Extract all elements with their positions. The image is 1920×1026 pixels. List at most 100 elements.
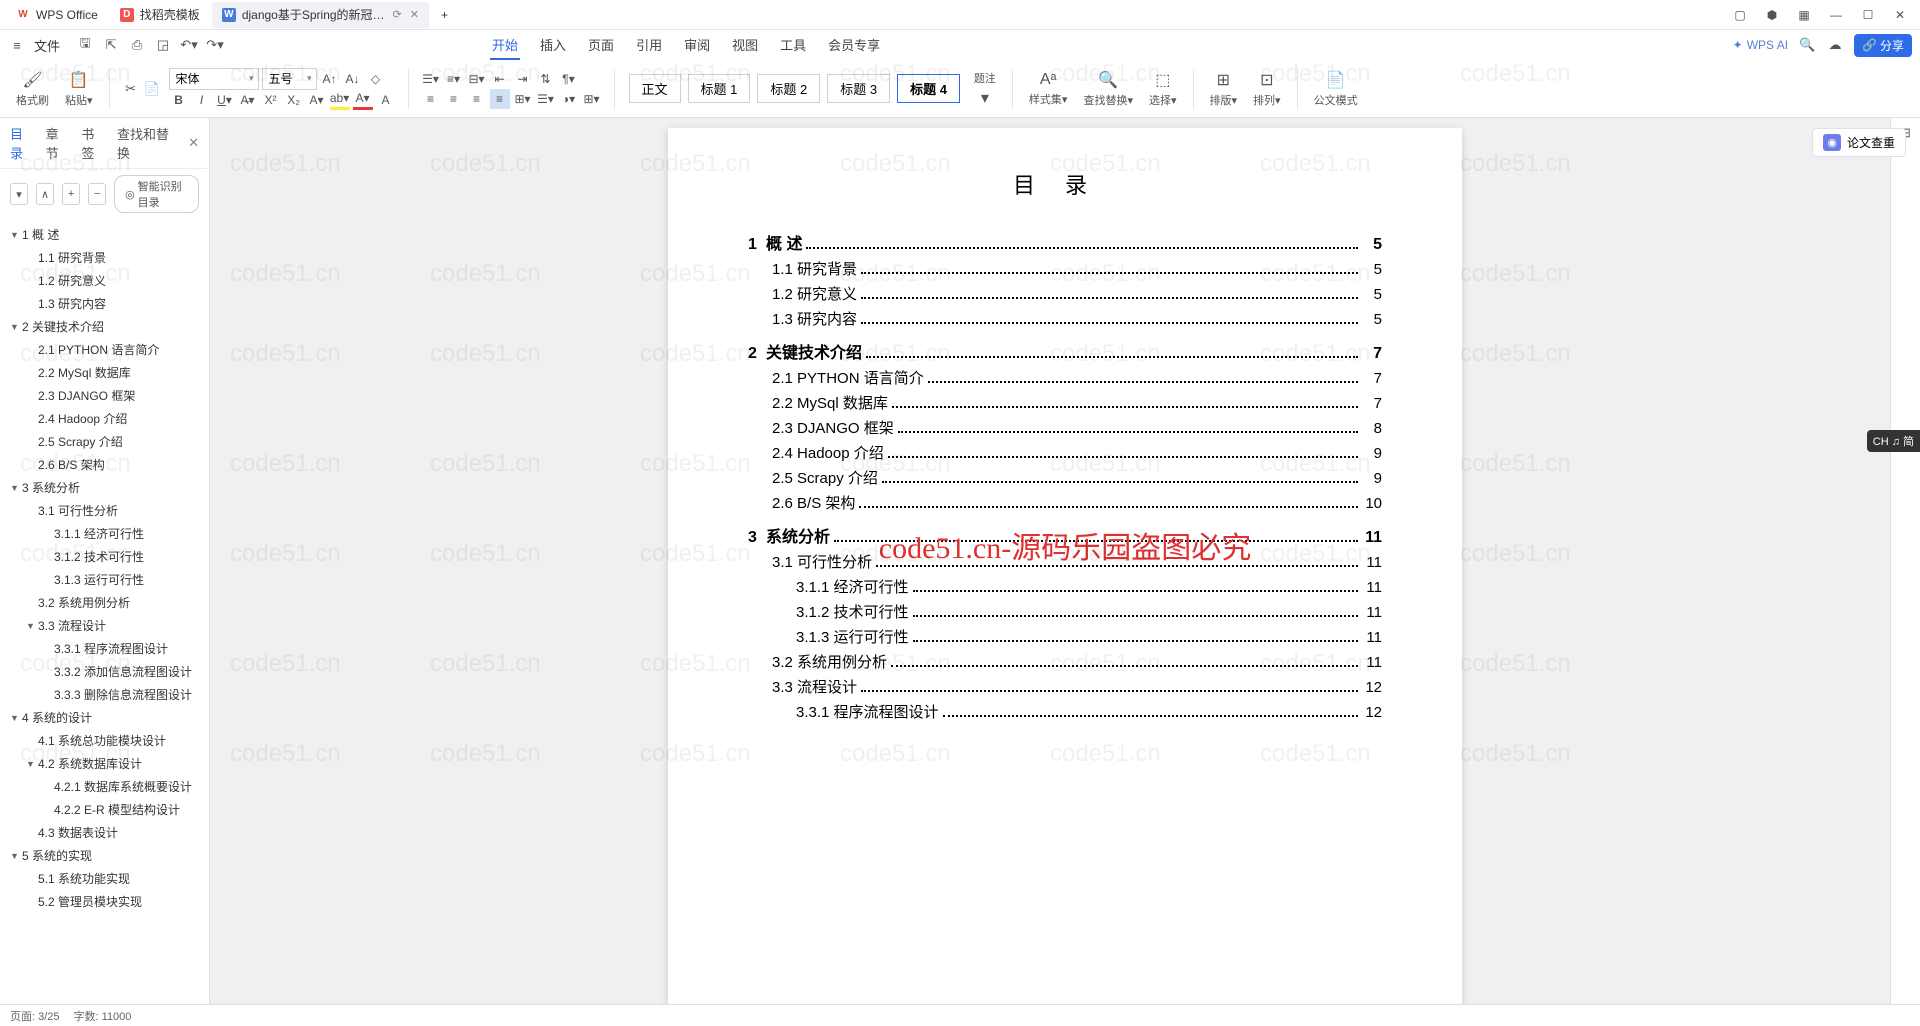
paper-check-button[interactable]: ◉ 论文查重 [1812,128,1906,157]
outline-item[interactable]: ▼3 系统分析 [0,476,209,499]
win-icon-1[interactable]: ▢ [1726,4,1754,26]
paste-button[interactable]: 📋粘贴▾ [61,70,97,108]
text-effect-icon[interactable]: A▾ [307,90,327,110]
select-button[interactable]: ⬚选择▾ [1145,70,1181,108]
tab-sync-icon[interactable]: ⟳ [393,8,402,21]
ribbon-tab-2[interactable]: 页面 [586,31,616,60]
outline-item[interactable]: ▼2 关键技术介绍 [0,315,209,338]
ribbon-tab-1[interactable]: 插入 [538,31,568,60]
close-icon[interactable]: ✕ [1886,4,1914,26]
tab-close-icon[interactable]: ✕ [410,8,419,21]
style-3[interactable]: 标题 3 [827,74,890,103]
outline-item[interactable]: 1.3 研究内容 [0,292,209,315]
highlight-icon[interactable]: ab▾ [330,90,350,110]
panel-tab-2[interactable]: 书签 [81,124,105,162]
cut-icon[interactable]: ✂ [122,80,140,98]
outline-up-icon[interactable]: ∧ [36,183,54,205]
italic-icon[interactable]: I [192,90,212,110]
sort-icon[interactable]: ⇅ [536,69,556,89]
shading-icon[interactable]: ◑▾ [559,89,579,109]
app-tab-document[interactable]: Wdjango基于Spring的新冠…⟳✕ [212,2,429,28]
redo-icon[interactable]: ↷▾ [206,36,224,54]
hamburger-icon[interactable]: ≡ [8,36,26,54]
layout-button[interactable]: ⊞排版▾ [1206,70,1242,108]
doc-mode-button[interactable]: 📄公文模式 [1310,70,1362,108]
style-0[interactable]: 正文 [629,74,681,103]
ime-badge[interactable]: CH ♫ 简 [1867,430,1920,452]
outline-remove-icon[interactable]: − [88,183,106,205]
grow-font-icon[interactable]: A↑ [320,69,340,89]
decrease-indent-icon[interactable]: ⇤ [490,69,510,89]
border-icon[interactable]: ⊞▾ [582,89,602,109]
outline-item[interactable]: 2.1 PYTHON 语言简介 [0,338,209,361]
find-replace-button[interactable]: 🔍查找替换▾ [1079,70,1137,108]
distribute-icon[interactable]: ⊞▾ [513,89,533,109]
maximize-icon[interactable]: ☐ [1854,4,1882,26]
panel-tab-1[interactable]: 章节 [46,124,70,162]
ribbon-tab-5[interactable]: 视图 [730,31,760,60]
undo-icon[interactable]: ↶▾ [180,36,198,54]
minimize-icon[interactable]: — [1822,4,1850,26]
outline-item[interactable]: 2.3 DJANGO 框架 [0,384,209,407]
outline-item[interactable]: 1.2 研究意义 [0,269,209,292]
outline-item[interactable]: 1.1 研究背景 [0,246,209,269]
app-tab-templates[interactable]: D找稻壳模板 [110,2,210,28]
outline-item[interactable]: 5.1 系统功能实现 [0,867,209,890]
wps-ai-button[interactable]: ✦ WPS AI [1733,38,1788,52]
outline-item[interactable]: 3.1 可行性分析 [0,499,209,522]
file-menu[interactable]: 文件 [34,36,60,55]
export-icon[interactable]: ⇱ [102,36,120,54]
font-color-icon[interactable]: A▾ [353,90,373,110]
style-4[interactable]: 标题 4 [897,74,960,103]
shrink-font-icon[interactable]: A↓ [343,69,363,89]
clear-format-icon[interactable]: ◇ [366,69,386,89]
superscript-icon[interactable]: X² [261,90,281,110]
outline-item[interactable]: ▼4 系统的设计 [0,706,209,729]
outline-item[interactable]: 5.2 管理员模块实现 [0,890,209,913]
subscript-icon[interactable]: X₂ [284,90,304,110]
outline-item[interactable]: 3.3.2 添加信息流程图设计 [0,660,209,683]
strikethrough-icon[interactable]: A̶▾ [238,90,258,110]
show-marks-icon[interactable]: ¶▾ [559,69,579,89]
align-justify-icon[interactable]: ≡ [490,89,510,109]
save-icon[interactable]: 🖫 [76,36,94,54]
panel-tab-3[interactable]: 查找和替换 [117,124,176,162]
ribbon-tab-7[interactable]: 会员专享 [826,31,882,60]
outline-item[interactable]: ▼5 系统的实现 [0,844,209,867]
page-indicator[interactable]: 页面: 3/25 [10,1008,60,1024]
win-icon-2[interactable]: ⬢ [1758,4,1786,26]
line-spacing-icon[interactable]: ☰▾ [536,89,556,109]
outline-collapse-icon[interactable]: ▾ [10,183,28,205]
multi-level-icon[interactable]: ⊟▾ [467,69,487,89]
outline-item[interactable]: 3.1.1 经济可行性 [0,522,209,545]
win-icon-3[interactable]: ▦ [1790,4,1818,26]
outline-item[interactable]: ▼3.3 流程设计 [0,614,209,637]
outline-item[interactable]: 3.1.3 运行可行性 [0,568,209,591]
word-count[interactable]: 字数: 11000 [74,1008,132,1024]
outline-item[interactable]: 4.1 系统总功能模块设计 [0,729,209,752]
format-painter[interactable]: 🖌格式刷 [12,70,53,108]
smart-detect-button[interactable]: ◎ 智能识别目录 [114,175,199,213]
align-center-icon[interactable]: ≡ [444,89,464,109]
underline-icon[interactable]: U▾ [215,90,235,110]
outline-item[interactable]: 2.5 Scrapy 介绍 [0,430,209,453]
panel-tab-0[interactable]: 目录 [10,124,34,162]
search-icon[interactable]: 🔍 [1798,36,1816,54]
ribbon-tab-6[interactable]: 工具 [778,31,808,60]
outline-item[interactable]: ▼4.2 系统数据库设计 [0,752,209,775]
font-size-select[interactable]: 五号 [262,68,317,90]
outline-item[interactable]: ▼1 概 述 [0,223,209,246]
document-canvas[interactable]: 目录 1概 述51.1 研究背景51.2 研究意义51.3 研究内容52关键技术… [210,118,1920,1004]
increase-indent-icon[interactable]: ⇥ [513,69,533,89]
preview-icon[interactable]: ◲ [154,36,172,54]
panel-close-icon[interactable]: ✕ [188,135,199,151]
outline-item[interactable]: 3.1.2 技术可行性 [0,545,209,568]
style-2[interactable]: 标题 2 [757,74,820,103]
ribbon-tab-3[interactable]: 引用 [634,31,664,60]
char-shading-icon[interactable]: A [376,90,396,110]
align-right-icon[interactable]: ≡ [467,89,487,109]
style-set-button[interactable]: Aᵃ样式集▾ [1025,71,1072,107]
arrange-button[interactable]: ⊡排列▾ [1249,70,1285,108]
outline-item[interactable]: 4.2.2 E-R 模型结构设计 [0,798,209,821]
outline-item[interactable]: 2.4 Hadoop 介绍 [0,407,209,430]
